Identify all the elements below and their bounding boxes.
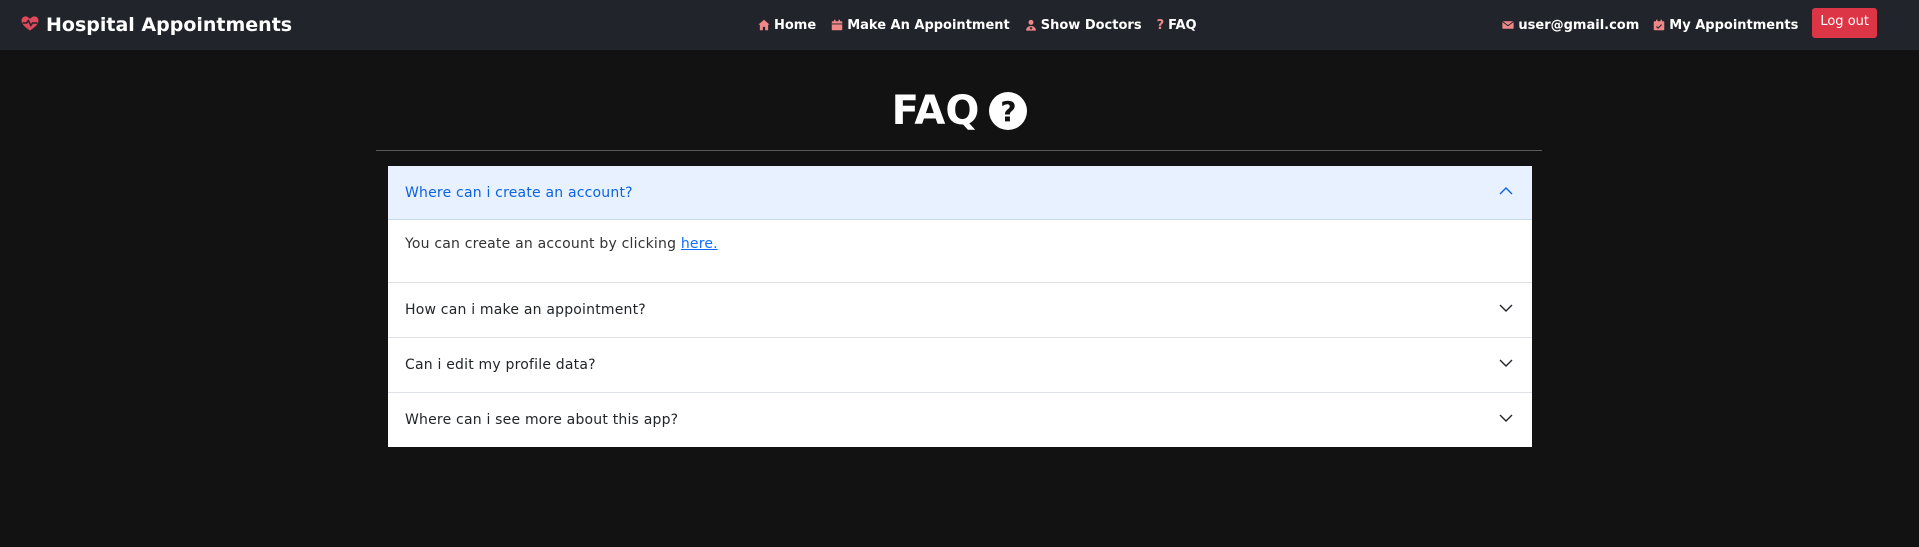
- create-account-link[interactable]: here.: [681, 236, 718, 252]
- home-icon: [758, 19, 770, 31]
- heart-pulse-icon: [20, 13, 40, 38]
- faq-question: Where can i create an account?: [405, 184, 633, 201]
- user-email-label: user@gmail.com: [1518, 17, 1640, 33]
- brand-title: Hospital Appointments: [46, 14, 293, 36]
- calendar-check-icon: [1653, 19, 1665, 31]
- my-appointments-link[interactable]: My Appointments: [1653, 18, 1798, 33]
- nav-home-label: Home: [774, 17, 817, 33]
- top-navbar: Hospital Appointments Home Make An Appoi…: [0, 0, 1919, 50]
- page-title: FAQ ?: [0, 88, 1919, 134]
- my-appointments-label: My Appointments: [1669, 17, 1799, 33]
- chevron-down-icon: [1498, 300, 1514, 320]
- nav-make-appointment-label: Make An Appointment: [847, 17, 1010, 33]
- chevron-down-icon: [1498, 410, 1514, 430]
- question-circle-icon: ?: [989, 92, 1028, 130]
- chevron-up-icon: [1498, 183, 1514, 203]
- faq-item: Where can i see more about this app?: [388, 393, 1532, 447]
- nav-show-doctors-label: Show Doctors: [1040, 17, 1142, 33]
- faq-item: How can i make an appointment?: [388, 283, 1532, 338]
- faq-answer: You can create an account by clicking he…: [388, 220, 1532, 282]
- user-email-link[interactable]: user@gmail.com: [1502, 18, 1639, 33]
- faq-accordion: Where can i create an account? You can c…: [388, 166, 1532, 447]
- main-nav: Home Make An Appointment Show Doctors ? …: [758, 0, 1197, 50]
- faq-question-toggle[interactable]: How can i make an appointment?: [388, 283, 1532, 337]
- faq-question: How can i make an appointment?: [405, 302, 646, 318]
- faq-question-toggle[interactable]: Can i edit my profile data?: [388, 338, 1532, 392]
- envelope-icon: [1502, 19, 1515, 31]
- page-title-text: FAQ: [891, 88, 980, 134]
- brand-link[interactable]: Hospital Appointments: [20, 0, 292, 50]
- faq-question: Can i edit my profile data?: [405, 357, 596, 373]
- nav-faq[interactable]: ? FAQ: [1157, 18, 1197, 33]
- nav-faq-label: FAQ: [1168, 17, 1197, 33]
- logout-button[interactable]: Log out: [1812, 7, 1877, 38]
- title-divider: [376, 150, 1542, 151]
- chevron-down-icon: [1498, 355, 1514, 375]
- user-nav: user@gmail.com My Appointments Log out: [1502, 0, 1877, 50]
- nav-make-appointment[interactable]: Make An Appointment: [831, 18, 1010, 33]
- faq-question: Where can i see more about this app?: [405, 412, 679, 428]
- doctor-icon: [1025, 19, 1037, 31]
- calendar-icon: [831, 19, 843, 31]
- faq-item: Can i edit my profile data?: [388, 338, 1532, 393]
- nav-home[interactable]: Home: [758, 18, 816, 33]
- nav-show-doctors[interactable]: Show Doctors: [1025, 18, 1142, 33]
- faq-item: Where can i create an account? You can c…: [388, 166, 1532, 283]
- question-icon: ?: [1156, 17, 1165, 33]
- faq-question-toggle[interactable]: Where can i create an account?: [388, 166, 1532, 220]
- faq-question-toggle[interactable]: Where can i see more about this app?: [388, 393, 1532, 447]
- faq-answer-text: You can create an account by clicking: [405, 236, 681, 252]
